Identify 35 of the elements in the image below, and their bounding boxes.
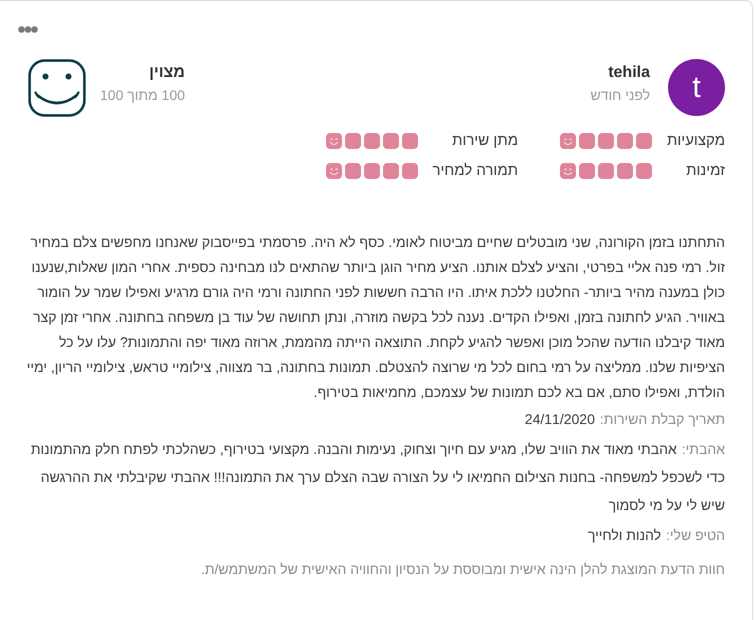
rating-square-icon: [617, 163, 633, 179]
rating-square-icon: [598, 133, 614, 149]
rating-square-icon: [364, 133, 380, 149]
smiley-icon: [28, 59, 86, 117]
rating-label: תמורה למחיר: [431, 160, 518, 181]
rating-square-icon: [636, 133, 652, 149]
score-text: 100 מתוך 100: [100, 86, 185, 105]
rating-square-icon: [345, 163, 361, 179]
rating-square-icon: [383, 133, 399, 149]
score-label: מצוין: [148, 63, 185, 83]
rating-square-icon: [579, 133, 595, 149]
rating-square-icon: [636, 163, 652, 179]
review-time: לפני חודש: [590, 86, 650, 105]
rating-square-icon: [364, 163, 380, 179]
review-detail-text: אהבתי: אהבתי מאוד את הוויב שלו, מגיע עם חיוך וצחוק, נעימות והבנה. מקצועי בטירוף, כשהלכתי לפתח חלק מהתמונות כדי לשכפל למשפחה- בחנות הצילום החמיאו לי על הצורה שבה הצלם ערך את התמונה!!! אהבתי שקיבלתי את ההרגשה שיש לי על מי לסמוך: [30, 440, 725, 515]
smiley-square-icon: [326, 163, 342, 179]
review-detail-text: הטיפ שלי: להנות ולחייך: [586, 526, 725, 545]
rating-square-icon: [383, 163, 399, 179]
more-icon[interactable]: [18, 26, 38, 33]
disclaimer-text: חוות הדעת המוצגת להלן הינה אישית ומבוססת על הנסיון והחוויה האישית של המשתמש/ת.: [200, 560, 725, 579]
rating-label: זמינות: [685, 160, 725, 181]
rating-square-icon: [345, 133, 361, 149]
rating-square-icon: [402, 163, 418, 179]
rating-square-icon: [617, 133, 633, 149]
review-text: התחתנו בזמן הקורונה, שני מובטלים שחיים מביטוח לאומי. כסף לא היה. פרסמתי בפייסבוק שאנחנו מחפשים צלם במחיר זול. רמי פנה אליי בפרטי, והציע לצלם אותנו. הציע מחיר הוגן ביותר שהתאים לנו מבחינה כספית. אחרי המון שאלות,שנענו כולן במענה מהיר ביותר- החלטנו ללכת איתו. היו הרבה חששות לפני החתונה ורמי היה גורם מרגיע ואפילו שמר על הומור באוויר. הגיע לחתונה בזמן, ואפילו הקדים. נענה לכל בקשה מוזרה, ונתן תחושה של עוד בן משפחה בחתונה. אחרי זמן קצר מאוד קיבלנו הודעה שהכל מוכן ואפשר להגיע לקחת. התוצאה הייתה מהממת, ארוזה מאוד יפה והתמונות? עלו על כל הציפיות שלנו. ממליצה על רמי בחום לכל מי שרוצה להצטלם. תמונות בחתונה, בר מצווה, צילומיי טראש, צילומיי הריון, ימיי הולדת, ואפילו סתם, אם בא לכם תמונות של עצמכם, מחמיאות בטירוף.: [26, 233, 725, 402]
rating-square-icon: [579, 163, 595, 179]
rating-label: מקצועיות: [666, 130, 725, 151]
smiley-square-icon: [326, 133, 342, 149]
rating-square-icon: [598, 163, 614, 179]
rating-label: מתן שירות: [451, 130, 518, 151]
smiley-square-icon: [560, 163, 576, 179]
reviewer-name: tehila: [607, 63, 650, 83]
user-avatar: t: [668, 59, 725, 116]
rating-square-icon: [402, 133, 418, 149]
smiley-square-icon: [560, 133, 576, 149]
